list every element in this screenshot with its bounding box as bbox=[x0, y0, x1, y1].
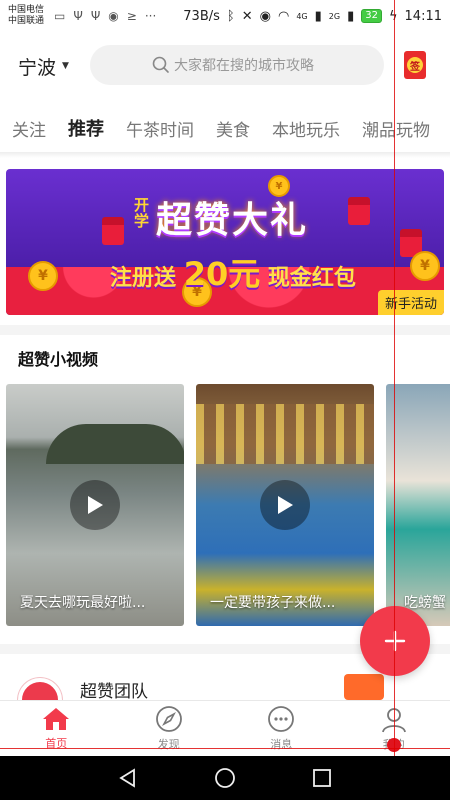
system-nav-bar bbox=[0, 756, 450, 800]
mute-icon: ✕ bbox=[241, 8, 253, 24]
video-carousel[interactable]: 夏天去哪玩最好啦... 一定要带孩子来做... 吃螃蟹 bbox=[6, 384, 450, 626]
video-caption: 夏天去哪玩最好啦... bbox=[20, 595, 146, 611]
video-card[interactable]: 吃螃蟹 bbox=[386, 384, 450, 626]
team-name[interactable]: 超赞团队 bbox=[80, 677, 148, 702]
section-divider bbox=[0, 325, 450, 335]
clock: 14:11 bbox=[404, 8, 442, 24]
promo-banner[interactable]: ¥ ¥ ¥ ¥ 开学 超赞大礼 注册送 20元 现金红包 新手活动 bbox=[6, 169, 444, 315]
signin-button[interactable]: 签 bbox=[404, 51, 426, 79]
plus-icon bbox=[384, 630, 406, 652]
video-card[interactable]: 夏天去哪玩最好啦... bbox=[6, 384, 184, 626]
status-right: 73B/s ᛒ ✕ ◉ ◠ 4G ▮ 2G ▮ 32 ϟ 14:11 bbox=[183, 9, 442, 24]
more-icon: ··· bbox=[144, 9, 157, 23]
banner-sub-suffix: 现金红包 bbox=[267, 266, 356, 291]
coin-icon: ¥ bbox=[28, 261, 58, 291]
tab-recommend[interactable]: 推荐 bbox=[68, 115, 104, 141]
banner-sub-amount: 20元 bbox=[183, 255, 261, 293]
category-tabs: 关注 推荐 午茶时间 美食 本地玩乐 潮品玩物 bbox=[0, 108, 450, 148]
city-name: 宁波 bbox=[18, 56, 57, 79]
weibo-icon: ◉ bbox=[108, 9, 119, 23]
search-icon bbox=[152, 56, 169, 73]
banner-title: 超赞大礼 bbox=[156, 200, 309, 241]
eye-icon: ◉ bbox=[259, 8, 271, 24]
video-caption: 一定要带孩子来做... bbox=[210, 595, 336, 611]
tab-local-fun[interactable]: 本地玩乐 bbox=[272, 116, 340, 141]
usb-icon: Ψ bbox=[73, 9, 83, 23]
carrier-2: 中国联通 bbox=[8, 16, 45, 26]
guide-line-horizontal bbox=[0, 748, 450, 749]
coin-icon: ¥ bbox=[410, 251, 440, 281]
newbie-tag: 新手活动 bbox=[377, 290, 444, 315]
search-placeholder: 大家都在搜的城市攻略 bbox=[174, 58, 314, 74]
recents-icon[interactable] bbox=[311, 767, 333, 789]
status-bar: 中国电信 中国联通 ▭ Ψ Ψ ◉ ≥ ··· 73B/s ᛒ ✕ ◉ ◠ 4G… bbox=[0, 0, 450, 32]
bluetooth-icon: ᛒ bbox=[226, 8, 235, 24]
bus-icon: ▭ bbox=[54, 9, 66, 23]
wifi-icon: ◠ bbox=[277, 8, 290, 24]
app-notify-icon: ≥ bbox=[126, 9, 137, 23]
play-icon[interactable] bbox=[70, 480, 120, 530]
network-type-2: 2G bbox=[328, 11, 341, 21]
signal-icon-2: ▮ bbox=[347, 8, 355, 24]
tabs-shadow bbox=[0, 152, 450, 158]
notification-icons: ▭ Ψ Ψ ◉ ≥ ··· bbox=[54, 9, 156, 23]
caret-down-icon: ▼ bbox=[62, 61, 69, 71]
tab-follow[interactable]: 关注 bbox=[12, 116, 46, 141]
home-icon bbox=[43, 708, 70, 730]
signal-icon: ▮ bbox=[314, 8, 322, 24]
tab-trendy[interactable]: 潮品玩物 bbox=[362, 116, 430, 141]
red-envelope-icon bbox=[102, 217, 124, 245]
home-circle-icon[interactable] bbox=[214, 767, 236, 789]
top-header: 宁波 ▼ 大家都在搜的城市攻略 签 bbox=[0, 42, 450, 90]
add-post-button[interactable] bbox=[360, 606, 430, 676]
carrier-1: 中国电信 bbox=[8, 5, 45, 15]
nav-label: 消息 bbox=[270, 738, 293, 751]
red-envelope-icon bbox=[348, 197, 370, 225]
nav-label: 发现 bbox=[157, 738, 180, 751]
app-screen: 中国电信 中国联通 ▭ Ψ Ψ ◉ ≥ ··· 73B/s ᛒ ✕ ◉ ◠ 4G… bbox=[0, 0, 450, 800]
video-card[interactable]: 一定要带孩子来做... bbox=[196, 384, 374, 626]
usb-icon-2: Ψ bbox=[90, 9, 101, 23]
tab-food[interactable]: 美食 bbox=[216, 116, 250, 141]
carrier-info: 中国电信 中国联通 bbox=[8, 5, 44, 27]
guide-line-vertical bbox=[394, 0, 395, 756]
battery-icon: 32 bbox=[361, 9, 382, 23]
play-icon[interactable] bbox=[260, 480, 310, 530]
tab-afternoon-tea[interactable]: 午茶时间 bbox=[126, 116, 194, 141]
banner-subtitle: 注册送 20元 现金红包 bbox=[110, 249, 356, 295]
city-selector[interactable]: 宁波 ▼ bbox=[18, 53, 69, 80]
signin-icon: 签 bbox=[407, 57, 423, 73]
compass-icon bbox=[155, 706, 182, 732]
network-type-1: 4G bbox=[296, 11, 308, 21]
videos-section-title: 超赞小视频 bbox=[18, 350, 99, 369]
gift-badge-icon bbox=[344, 674, 384, 700]
banner-sub-prefix: 注册送 bbox=[110, 266, 177, 291]
message-icon bbox=[268, 706, 295, 732]
search-bar[interactable]: 大家都在搜的城市攻略 bbox=[90, 45, 384, 85]
net-speed: 73B/s bbox=[183, 8, 220, 24]
back-icon[interactable] bbox=[117, 767, 139, 789]
banner-corner-text: 开学 bbox=[134, 196, 150, 230]
